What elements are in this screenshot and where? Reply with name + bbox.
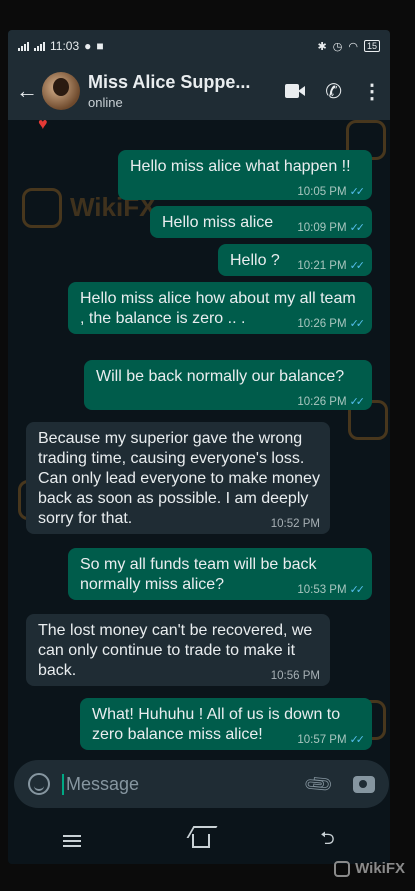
message-time: 10:26 PM — [297, 318, 347, 330]
message-time: 10:52 PM — [270, 518, 320, 530]
phone-call-icon[interactable]: ✆ — [325, 79, 342, 104]
message-bubble-incoming[interactable]: Because my superior gave the wrong tradi… — [26, 422, 330, 534]
notification-icon: ● — [84, 39, 92, 53]
brand-text: WikiFX — [355, 860, 405, 877]
message-text: Will be back normally our balance? — [96, 368, 345, 385]
read-receipt-icon: ✓✓ — [349, 186, 366, 198]
message-bubble-incoming[interactable]: The lost money can't be recovered, we ca… — [26, 614, 330, 686]
contact-info[interactable]: Miss Alice Suppe... online — [88, 72, 275, 110]
message-text: Hello miss alice — [162, 214, 274, 231]
home-icon[interactable] — [191, 834, 210, 848]
message-bubble-outgoing[interactable]: Hello miss alice what happen !! 10:05 PM… — [118, 150, 372, 200]
message-bubble-outgoing[interactable]: What! Huhuhu ! All of us is down to zero… — [80, 698, 372, 750]
read-receipt-icon: ✓✓ — [349, 734, 366, 746]
notification-icon-2: ■ — [96, 39, 104, 53]
signal-icon — [18, 41, 29, 51]
alarm-icon: ◷ — [332, 40, 343, 53]
emoji-icon[interactable] — [28, 773, 50, 795]
watermark-logo — [22, 188, 62, 228]
brand-watermark: WikiFX — [334, 860, 405, 877]
message-text: Hello miss alice what happen !! — [130, 158, 351, 175]
avatar[interactable] — [42, 72, 80, 110]
message-input-container: 📎︎ — [14, 760, 390, 808]
status-time: 11:03 — [50, 39, 80, 53]
message-bubble-outgoing[interactable]: Hello miss alice how about my all team ,… — [68, 282, 372, 334]
message-bubble-outgoing[interactable]: Hello miss alice 10:09 PM ✓✓ — [150, 206, 372, 238]
video-call-icon[interactable] — [285, 84, 305, 98]
read-receipt-icon: ✓✓ — [349, 222, 366, 234]
signal-icon-2 — [34, 41, 45, 51]
message-time: 10:26 PM — [297, 396, 347, 408]
bluetooth-icon: ✱ — [317, 40, 327, 53]
wifi-icon: ◠ — [348, 40, 358, 53]
read-receipt-icon: ✓✓ — [349, 318, 366, 330]
message-bubble-outgoing[interactable]: So my all funds team will be back normal… — [68, 548, 372, 600]
battery-icon: 15 — [363, 40, 380, 52]
message-time: 10:56 PM — [270, 670, 320, 682]
back-arrow-icon[interactable]: ← — [16, 78, 38, 104]
message-time: 10:57 PM — [297, 734, 347, 746]
heart-icon: ♥ — [38, 120, 48, 133]
message-bubble-outgoing[interactable]: Hello ? 10:21 PM ✓✓ — [218, 244, 372, 276]
status-bar: 11:03 ● ■ ✱ ◷ ◠ 15 — [8, 30, 390, 62]
message-input[interactable] — [62, 773, 298, 795]
phone-screen: 11:03 ● ■ ✱ ◷ ◠ 15 ← Miss Alice Suppe...… — [8, 30, 390, 864]
read-receipt-icon: ✓✓ — [349, 260, 366, 272]
contact-name: Miss Alice Suppe... — [88, 72, 251, 92]
chat-area[interactable]: WikiFX ♥ Hello miss alice what happen !!… — [8, 120, 390, 796]
chat-header: ← Miss Alice Suppe... online ✆ ⋮ — [8, 62, 390, 120]
message-text: Hello ? — [230, 252, 280, 269]
read-receipt-icon: ✓✓ — [349, 584, 366, 596]
message-time: 10:09 PM — [297, 222, 347, 234]
attachment-icon[interactable]: 📎︎ — [301, 766, 337, 801]
message-time: 10:53 PM — [297, 584, 347, 596]
brand-logo-icon — [334, 860, 351, 877]
message-text: So my all funds team will be back normal… — [80, 556, 317, 593]
system-back-icon[interactable]: ⮌ — [320, 826, 334, 856]
message-text: Because my superior gave the wrong tradi… — [38, 430, 320, 527]
system-nav-bar: ⮌ — [8, 818, 390, 864]
message-bubble-outgoing[interactable]: Will be back normally our balance? 10:26… — [84, 360, 372, 410]
composer-bar: 📎︎ — [14, 758, 390, 810]
contact-status: online — [88, 95, 123, 110]
more-options-icon[interactable]: ⋮ — [362, 79, 382, 104]
message-time: 10:21 PM — [297, 260, 347, 272]
read-receipt-icon: ✓✓ — [349, 396, 366, 408]
recent-apps-icon[interactable] — [63, 835, 82, 847]
message-time: 10:05 PM — [297, 186, 347, 198]
camera-icon[interactable] — [353, 775, 376, 793]
